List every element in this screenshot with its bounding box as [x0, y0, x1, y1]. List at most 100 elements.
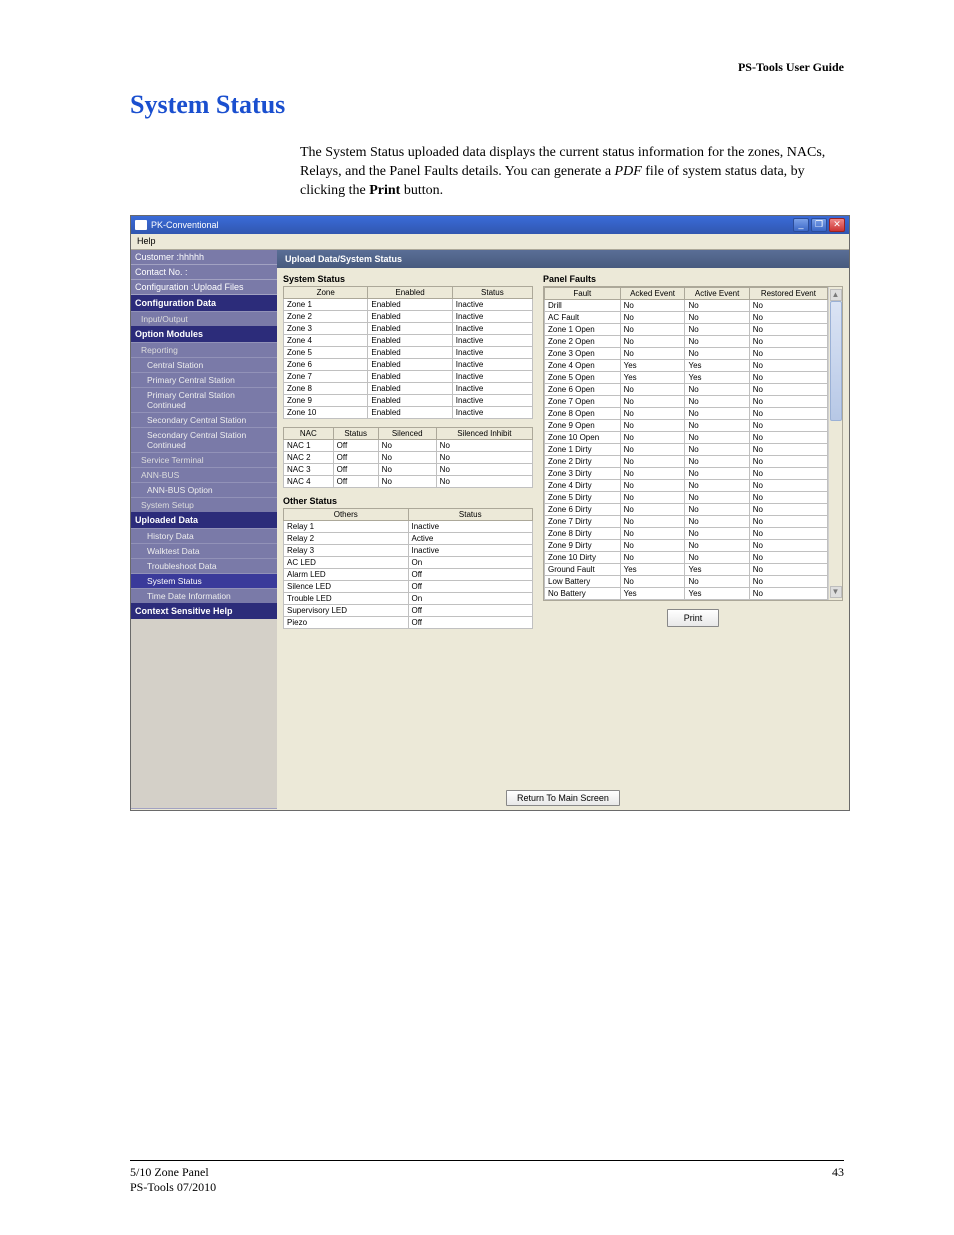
table-row[interactable]: Zone 3 OpenNoNoNo — [545, 347, 828, 359]
nac-col-status[interactable]: Status — [333, 427, 378, 439]
minimize-button[interactable]: _ — [793, 218, 809, 232]
nac-col-silenced[interactable]: Silenced — [378, 427, 436, 439]
table-row[interactable]: Zone 2 OpenNoNoNo — [545, 335, 828, 347]
table-row[interactable]: Zone 4 OpenYesYesNo — [545, 359, 828, 371]
table-row[interactable]: Relay 2Active — [284, 532, 533, 544]
menu-help[interactable]: Help — [137, 236, 156, 246]
table-row[interactable]: Ground FaultYesYesNo — [545, 563, 828, 575]
other-col-status[interactable]: Status — [408, 508, 533, 520]
return-main-button[interactable]: Return To Main Screen — [506, 790, 620, 806]
table-row[interactable]: PiezoOff — [284, 616, 533, 628]
close-button[interactable]: ✕ — [829, 218, 845, 232]
table-row[interactable]: Zone 4 DirtyNoNoNo — [545, 479, 828, 491]
table-row[interactable]: No BatteryYesYesNo — [545, 587, 828, 599]
zone-col-status[interactable]: Status — [452, 286, 532, 298]
nac-col-nac[interactable]: NAC — [284, 427, 334, 439]
fault-col-acked[interactable]: Acked Event — [620, 287, 685, 299]
table-row[interactable]: AC FaultNoNoNo — [545, 311, 828, 323]
table-row[interactable]: Zone 9 OpenNoNoNo — [545, 419, 828, 431]
table-row[interactable]: Zone 7 DirtyNoNoNo — [545, 515, 828, 527]
scroll-down-icon[interactable]: ▼ — [830, 586, 842, 598]
table-row[interactable]: AC LEDOn — [284, 556, 533, 568]
sidebar-item-secondary-cs-cont[interactable]: Secondary Central Station Continued — [131, 427, 277, 452]
table-row[interactable]: Alarm LEDOff — [284, 568, 533, 580]
table-row[interactable]: Zone 8EnabledInactive — [284, 382, 533, 394]
sidebar-item-walktest[interactable]: Walktest Data — [131, 543, 277, 558]
sidebar-hdr-config[interactable]: Configuration Data — [131, 295, 277, 311]
zone-col-zone[interactable]: Zone — [284, 286, 368, 298]
fault-col-restored[interactable]: Restored Event — [749, 287, 827, 299]
sidebar-item-central-station[interactable]: Central Station — [131, 357, 277, 372]
table-row[interactable]: Zone 4EnabledInactive — [284, 334, 533, 346]
maximize-button[interactable]: ❐ — [811, 218, 827, 232]
table-row[interactable]: Low BatteryNoNoNo — [545, 575, 828, 587]
nac-col-silenced-inhibit[interactable]: Silenced Inhibit — [436, 427, 532, 439]
window-titlebar[interactable]: PK-Conventional _ ❐ ✕ — [131, 216, 849, 234]
table-row[interactable]: Zone 7EnabledInactive — [284, 370, 533, 382]
table-row[interactable]: Zone 1 DirtyNoNoNo — [545, 443, 828, 455]
cell: Alarm LED — [284, 568, 409, 580]
sidebar-item-primary-cs-cont[interactable]: Primary Central Station Continued — [131, 387, 277, 412]
table-row[interactable]: Trouble LEDOn — [284, 592, 533, 604]
table-row[interactable]: Relay 3Inactive — [284, 544, 533, 556]
table-row[interactable]: Relay 1Inactive — [284, 520, 533, 532]
fault-col-active[interactable]: Active Event — [685, 287, 749, 299]
table-row[interactable]: Zone 1 OpenNoNoNo — [545, 323, 828, 335]
table-row[interactable]: Zone 6 OpenNoNoNo — [545, 383, 828, 395]
table-row[interactable]: Zone 8 OpenNoNoNo — [545, 407, 828, 419]
sidebar-item-input-output[interactable]: Input/Output — [131, 311, 277, 326]
cell: No — [749, 347, 827, 359]
table-row[interactable]: Zone 3EnabledInactive — [284, 322, 533, 334]
table-row[interactable]: Zone 5 OpenYesYesNo — [545, 371, 828, 383]
cell: No — [685, 323, 749, 335]
cell: Zone 5 Open — [545, 371, 621, 383]
cell: Zone 9 Dirty — [545, 539, 621, 551]
sidebar-item-time-date[interactable]: Time Date Information — [131, 588, 277, 603]
sidebar-item-ann-bus[interactable]: ANN-BUS — [131, 467, 277, 482]
sidebar-item-reporting[interactable]: Reporting — [131, 342, 277, 357]
other-col-others[interactable]: Others — [284, 508, 409, 520]
table-row[interactable]: NAC 1OffNoNo — [284, 439, 533, 451]
sidebar-hdr-uploaded[interactable]: Uploaded Data — [131, 512, 277, 528]
faults-scrollbar[interactable]: ▲ ▼ — [828, 287, 842, 600]
table-row[interactable]: Zone 8 DirtyNoNoNo — [545, 527, 828, 539]
sidebar-item-system-setup[interactable]: System Setup — [131, 497, 277, 512]
table-row[interactable]: Zone 5 DirtyNoNoNo — [545, 491, 828, 503]
table-row[interactable]: Zone 6 DirtyNoNoNo — [545, 503, 828, 515]
table-row[interactable]: Zone 10 DirtyNoNoNo — [545, 551, 828, 563]
sidebar-item-system-status[interactable]: System Status — [131, 573, 277, 588]
table-row[interactable]: NAC 4OffNoNo — [284, 475, 533, 487]
table-row[interactable]: NAC 2OffNoNo — [284, 451, 533, 463]
table-row[interactable]: Zone 1EnabledInactive — [284, 298, 533, 310]
table-row[interactable]: Supervisory LEDOff — [284, 604, 533, 616]
doc-header-right: PS-Tools User Guide — [738, 60, 844, 75]
table-row[interactable]: NAC 3OffNoNo — [284, 463, 533, 475]
scroll-up-icon[interactable]: ▲ — [830, 289, 842, 301]
sidebar-item-troubleshoot[interactable]: Troubleshoot Data — [131, 558, 277, 573]
sidebar-hdr-context-help[interactable]: Context Sensitive Help — [131, 603, 277, 619]
sidebar-item-history[interactable]: History Data — [131, 528, 277, 543]
sidebar-item-primary-cs[interactable]: Primary Central Station — [131, 372, 277, 387]
table-row[interactable]: Zone 10 OpenNoNoNo — [545, 431, 828, 443]
print-button[interactable]: Print — [667, 609, 720, 627]
sidebar-item-secondary-cs[interactable]: Secondary Central Station — [131, 412, 277, 427]
sidebar-item-service-terminal[interactable]: Service Terminal — [131, 452, 277, 467]
table-row[interactable]: Zone 10EnabledInactive — [284, 406, 533, 418]
scroll-thumb[interactable] — [830, 301, 842, 421]
table-row[interactable]: Zone 2EnabledInactive — [284, 310, 533, 322]
table-row[interactable]: DrillNoNoNo — [545, 299, 828, 311]
table-row[interactable]: Zone 6EnabledInactive — [284, 358, 533, 370]
sidebar-item-ann-bus-option[interactable]: ANN-BUS Option — [131, 482, 277, 497]
table-row[interactable]: Zone 7 OpenNoNoNo — [545, 395, 828, 407]
fault-col-fault[interactable]: Fault — [545, 287, 621, 299]
cell: Zone 5 — [284, 346, 368, 358]
table-row[interactable]: Zone 5EnabledInactive — [284, 346, 533, 358]
zone-col-enabled[interactable]: Enabled — [368, 286, 452, 298]
cell: No — [620, 575, 685, 587]
table-row[interactable]: Zone 9 DirtyNoNoNo — [545, 539, 828, 551]
sidebar-hdr-option[interactable]: Option Modules — [131, 326, 277, 342]
table-row[interactable]: Zone 2 DirtyNoNoNo — [545, 455, 828, 467]
table-row[interactable]: Zone 3 DirtyNoNoNo — [545, 467, 828, 479]
table-row[interactable]: Zone 9EnabledInactive — [284, 394, 533, 406]
table-row[interactable]: Silence LEDOff — [284, 580, 533, 592]
